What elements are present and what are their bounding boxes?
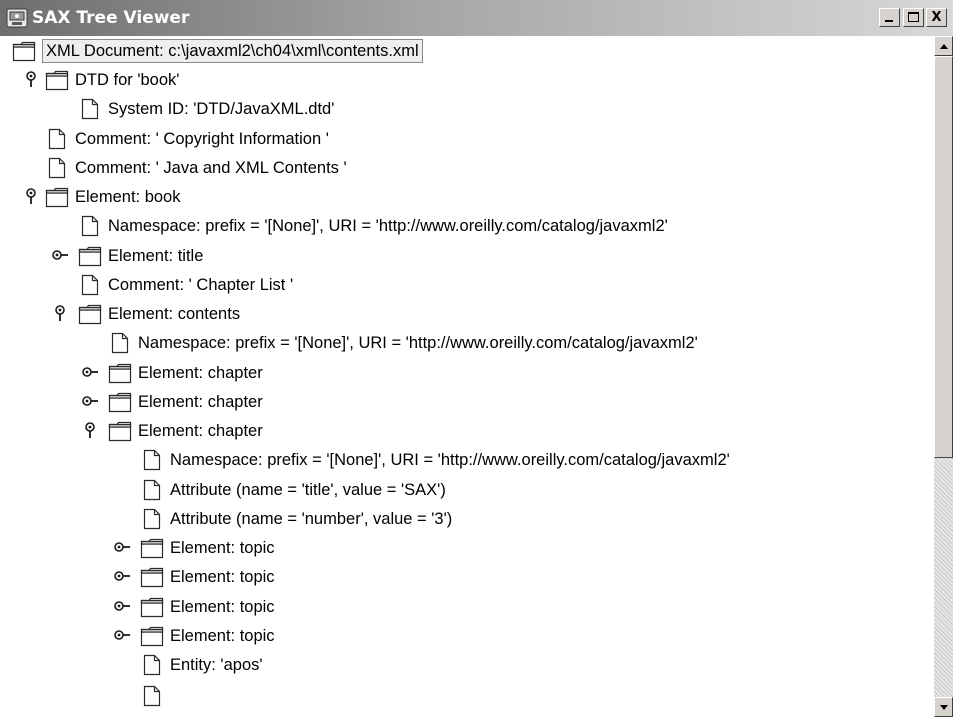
collapse-toggle-icon[interactable]: [112, 596, 132, 616]
arrow-up-icon: [940, 44, 948, 49]
tree-node-label: Entity: 'apos': [170, 655, 263, 674]
tree-node-label: Comment: ' Copyright Information ': [75, 129, 329, 148]
tree-node[interactable]: Attribute (name = 'title', value = 'SAX'…: [140, 475, 446, 504]
document-icon: [140, 479, 164, 501]
tree-node-label: XML Document: c:\javaxml2\ch04\xml\conte…: [42, 38, 423, 63]
expand-toggle-icon[interactable]: [50, 303, 70, 323]
tree-node-label: Element: topic: [170, 567, 275, 586]
tree-node-label: Element: topic: [170, 597, 275, 616]
folder-icon: [78, 245, 102, 267]
document-icon: [108, 332, 132, 354]
tree-node-label: Comment: ' Java and XML Contents ': [75, 158, 347, 177]
collapse-toggle-icon[interactable]: [112, 625, 132, 645]
folder-icon: [140, 537, 164, 559]
expand-toggle-icon[interactable]: [21, 69, 41, 89]
document-icon: [140, 508, 164, 530]
scroll-thumb[interactable]: [934, 56, 953, 458]
tree-node-label: Element: topic: [170, 538, 275, 557]
tree-node-label: Namespace: prefix = '[None]', URI = 'htt…: [108, 216, 668, 235]
tree-node[interactable]: Comment: ' Java and XML Contents ': [45, 153, 347, 182]
tree-node[interactable]: Element: chapter: [108, 387, 263, 416]
tree-node[interactable]: Namespace: prefix = '[None]', URI = 'htt…: [140, 445, 730, 474]
tree-node-label: Element: chapter: [138, 421, 263, 440]
document-icon: [45, 128, 69, 150]
collapse-toggle-icon[interactable]: [80, 362, 100, 382]
close-button[interactable]: X: [926, 8, 947, 27]
tree-node[interactable]: Element: contents: [78, 299, 240, 328]
arrow-down-icon: [940, 705, 948, 710]
tree-node-label: Element: chapter: [138, 392, 263, 411]
app-icon[interactable]: [6, 8, 28, 28]
tree-node-label: Comment: ' Chapter List ': [108, 275, 294, 294]
document-icon: [78, 98, 102, 120]
folder-icon: [140, 566, 164, 588]
maximize-icon: [908, 12, 919, 22]
folder-icon: [108, 420, 132, 442]
document-icon: [78, 274, 102, 296]
tree-node-label: Element: contents: [108, 304, 241, 323]
tree-node-label: Element: book: [75, 187, 181, 206]
tree-node[interactable]: Comment: ' Chapter List ': [78, 270, 293, 299]
tree-node-label: System ID: 'DTD/JavaXML.dtd': [108, 99, 335, 118]
tree-node[interactable]: Element: topic: [140, 592, 275, 621]
folder-icon: [140, 596, 164, 618]
tree-node[interactable]: Namespace: prefix = '[None]', URI = 'htt…: [78, 211, 668, 240]
tree-node[interactable]: XML Document: c:\javaxml2\ch04\xml\conte…: [12, 36, 423, 65]
tree-node[interactable]: Element: chapter: [108, 358, 263, 387]
document-icon: [45, 157, 69, 179]
close-icon: X: [931, 10, 942, 25]
document-icon: [140, 685, 164, 707]
collapse-toggle-icon[interactable]: [80, 391, 100, 411]
tree-node[interactable]: Namespace: prefix = '[None]', URI = 'htt…: [108, 328, 698, 357]
tree-node[interactable]: Attribute (name = 'number', value = '3'): [140, 504, 452, 533]
document-icon: [140, 449, 164, 471]
title-bar[interactable]: SAX Tree Viewer X: [0, 0, 953, 36]
folder-icon: [12, 40, 36, 62]
vertical-scrollbar[interactable]: [934, 36, 953, 717]
folder-icon: [108, 362, 132, 384]
minimize-button[interactable]: [879, 8, 900, 27]
tree-node[interactable]: Element: chapter: [108, 416, 263, 445]
tree-node[interactable]: Element: topic: [140, 562, 275, 591]
document-icon: [140, 654, 164, 676]
tree-node-label: Element: title: [108, 246, 204, 265]
tree-node[interactable]: Element: title: [78, 241, 203, 270]
tree-node-label: Element: topic: [170, 626, 275, 645]
window-title: SAX Tree Viewer: [32, 8, 190, 28]
tree-node-label: DTD for 'book': [75, 70, 180, 89]
scroll-down-button[interactable]: [934, 697, 953, 717]
tree-view[interactable]: XML Document: c:\javaxml2\ch04\xml\conte…: [0, 36, 934, 717]
tree-node[interactable]: System ID: 'DTD/JavaXML.dtd': [78, 94, 334, 123]
document-icon: [78, 215, 102, 237]
tree-node-label: Element: chapter: [138, 363, 263, 382]
tree-node-partial[interactable]: [140, 681, 170, 710]
tree-node-label: Attribute (name = 'number', value = '3'): [170, 509, 453, 528]
collapse-toggle-icon[interactable]: [112, 537, 132, 557]
minimize-icon: [885, 20, 893, 22]
folder-icon: [45, 69, 69, 91]
tree-node[interactable]: Element: book: [45, 182, 180, 211]
expand-toggle-icon[interactable]: [80, 420, 100, 440]
maximize-button[interactable]: [903, 8, 924, 27]
tree-node[interactable]: Element: topic: [140, 533, 275, 562]
collapse-toggle-icon[interactable]: [50, 245, 70, 265]
scroll-up-button[interactable]: [934, 36, 953, 56]
tree-node-label: Namespace: prefix = '[None]', URI = 'htt…: [138, 333, 698, 352]
tree-node-label: Attribute (name = 'title', value = 'SAX'…: [170, 480, 446, 499]
tree-node[interactable]: Comment: ' Copyright Information ': [45, 124, 329, 153]
folder-icon: [45, 186, 69, 208]
folder-icon: [140, 625, 164, 647]
collapse-toggle-icon[interactable]: [112, 566, 132, 586]
folder-icon: [108, 391, 132, 413]
tree-node[interactable]: DTD for 'book': [45, 65, 179, 94]
sax-tree-viewer-window: SAX Tree Viewer X XML Document: c:\javax…: [0, 0, 953, 717]
tree-node[interactable]: Entity: 'apos': [140, 650, 263, 679]
tree-node-label: Namespace: prefix = '[None]', URI = 'htt…: [170, 450, 730, 469]
expand-toggle-icon[interactable]: [21, 186, 41, 206]
folder-icon: [78, 303, 102, 325]
tree-node[interactable]: Element: topic: [140, 621, 275, 650]
window-controls: X: [876, 8, 947, 27]
